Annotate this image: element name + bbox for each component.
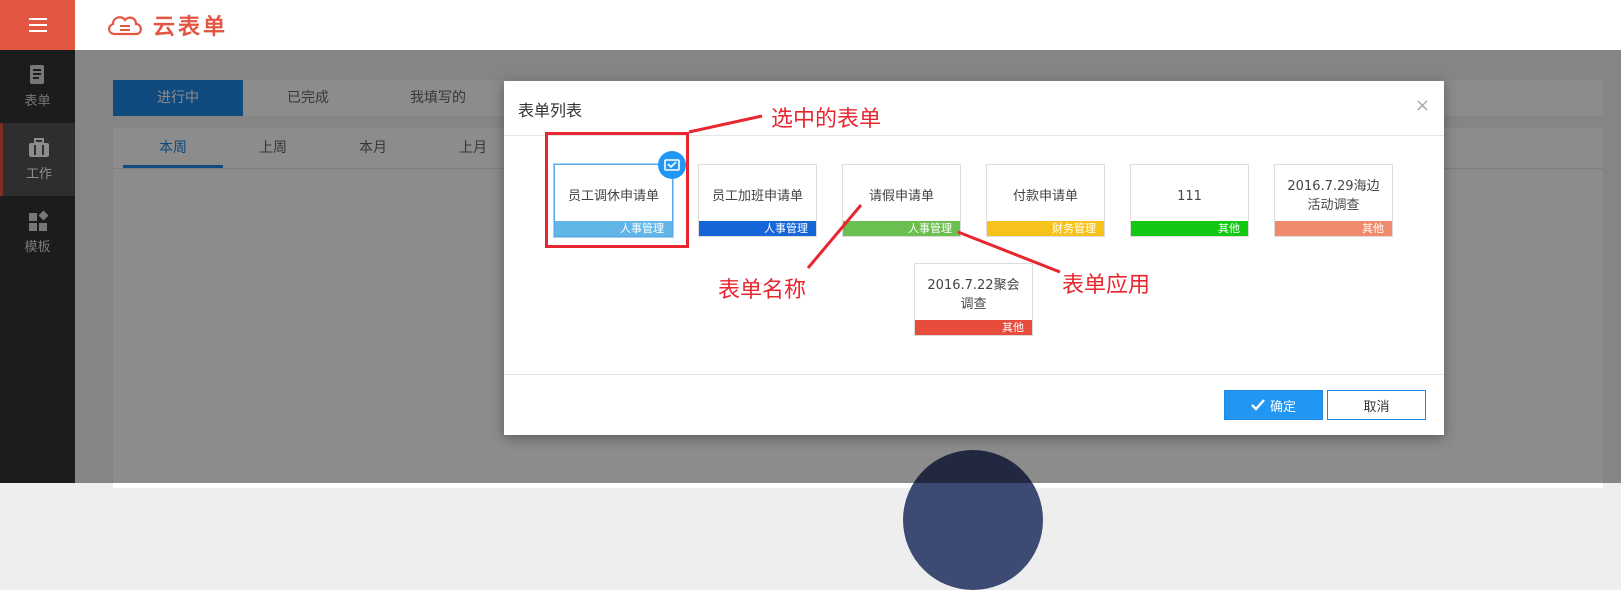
annotation-form-app: 表单应用: [1062, 273, 1151, 298]
form-card-name: 请假申请单: [868, 188, 934, 204]
form-card-name: 2016.7.29海边活动调查: [1287, 179, 1380, 213]
cancel-button[interactable]: 取消: [1327, 390, 1426, 420]
form-card[interactable]: 请假申请单 人事管理: [842, 164, 961, 237]
form-card-tag: 财务管理: [987, 221, 1104, 236]
modal-title: 表单列表: [518, 101, 583, 120]
form-card[interactable]: 2016.7.22聚会调查 其他: [914, 263, 1033, 336]
modal-footer: 确定 取消: [504, 374, 1444, 436]
form-card-name: 付款申请单: [1012, 188, 1078, 204]
top-header: 云表单: [0, 0, 1621, 51]
check-icon: [1251, 399, 1265, 411]
confirm-button[interactable]: 确定: [1224, 390, 1323, 420]
form-card-name: 111: [1177, 188, 1202, 204]
form-card[interactable]: 2016.7.29海边活动调查 其他: [1274, 164, 1393, 237]
form-card-name: 员工加班申请单: [711, 188, 803, 204]
selection-highlight-box: [545, 132, 689, 248]
form-card[interactable]: 付款申请单 财务管理: [986, 164, 1105, 237]
form-card-tag: 其他: [1131, 221, 1248, 236]
form-card-name: 2016.7.22聚会调查: [927, 278, 1020, 312]
form-card-tag: 人事管理: [699, 221, 816, 236]
confirm-button-label: 确定: [1269, 399, 1296, 415]
form-card[interactable]: 员工加班申请单 人事管理: [698, 164, 817, 237]
logo-text: 云表单: [153, 15, 229, 40]
hamburger-menu-button[interactable]: [0, 0, 75, 50]
form-card-tag: 人事管理: [843, 221, 960, 236]
cloud-form-logo-icon: [108, 16, 142, 36]
modal-header: 表单列表 ×: [504, 81, 1444, 136]
form-card-tag: 其他: [1275, 221, 1392, 236]
annotation-form-name: 表单名称: [718, 278, 807, 303]
form-card[interactable]: 111 其他: [1130, 164, 1249, 237]
app-logo[interactable]: 云表单: [105, 9, 228, 41]
close-icon[interactable]: ×: [1415, 95, 1430, 116]
annotation-selected-form: 选中的表单: [771, 107, 882, 132]
hamburger-menu-icon: [28, 18, 47, 32]
form-card-tag: 其他: [915, 320, 1032, 335]
